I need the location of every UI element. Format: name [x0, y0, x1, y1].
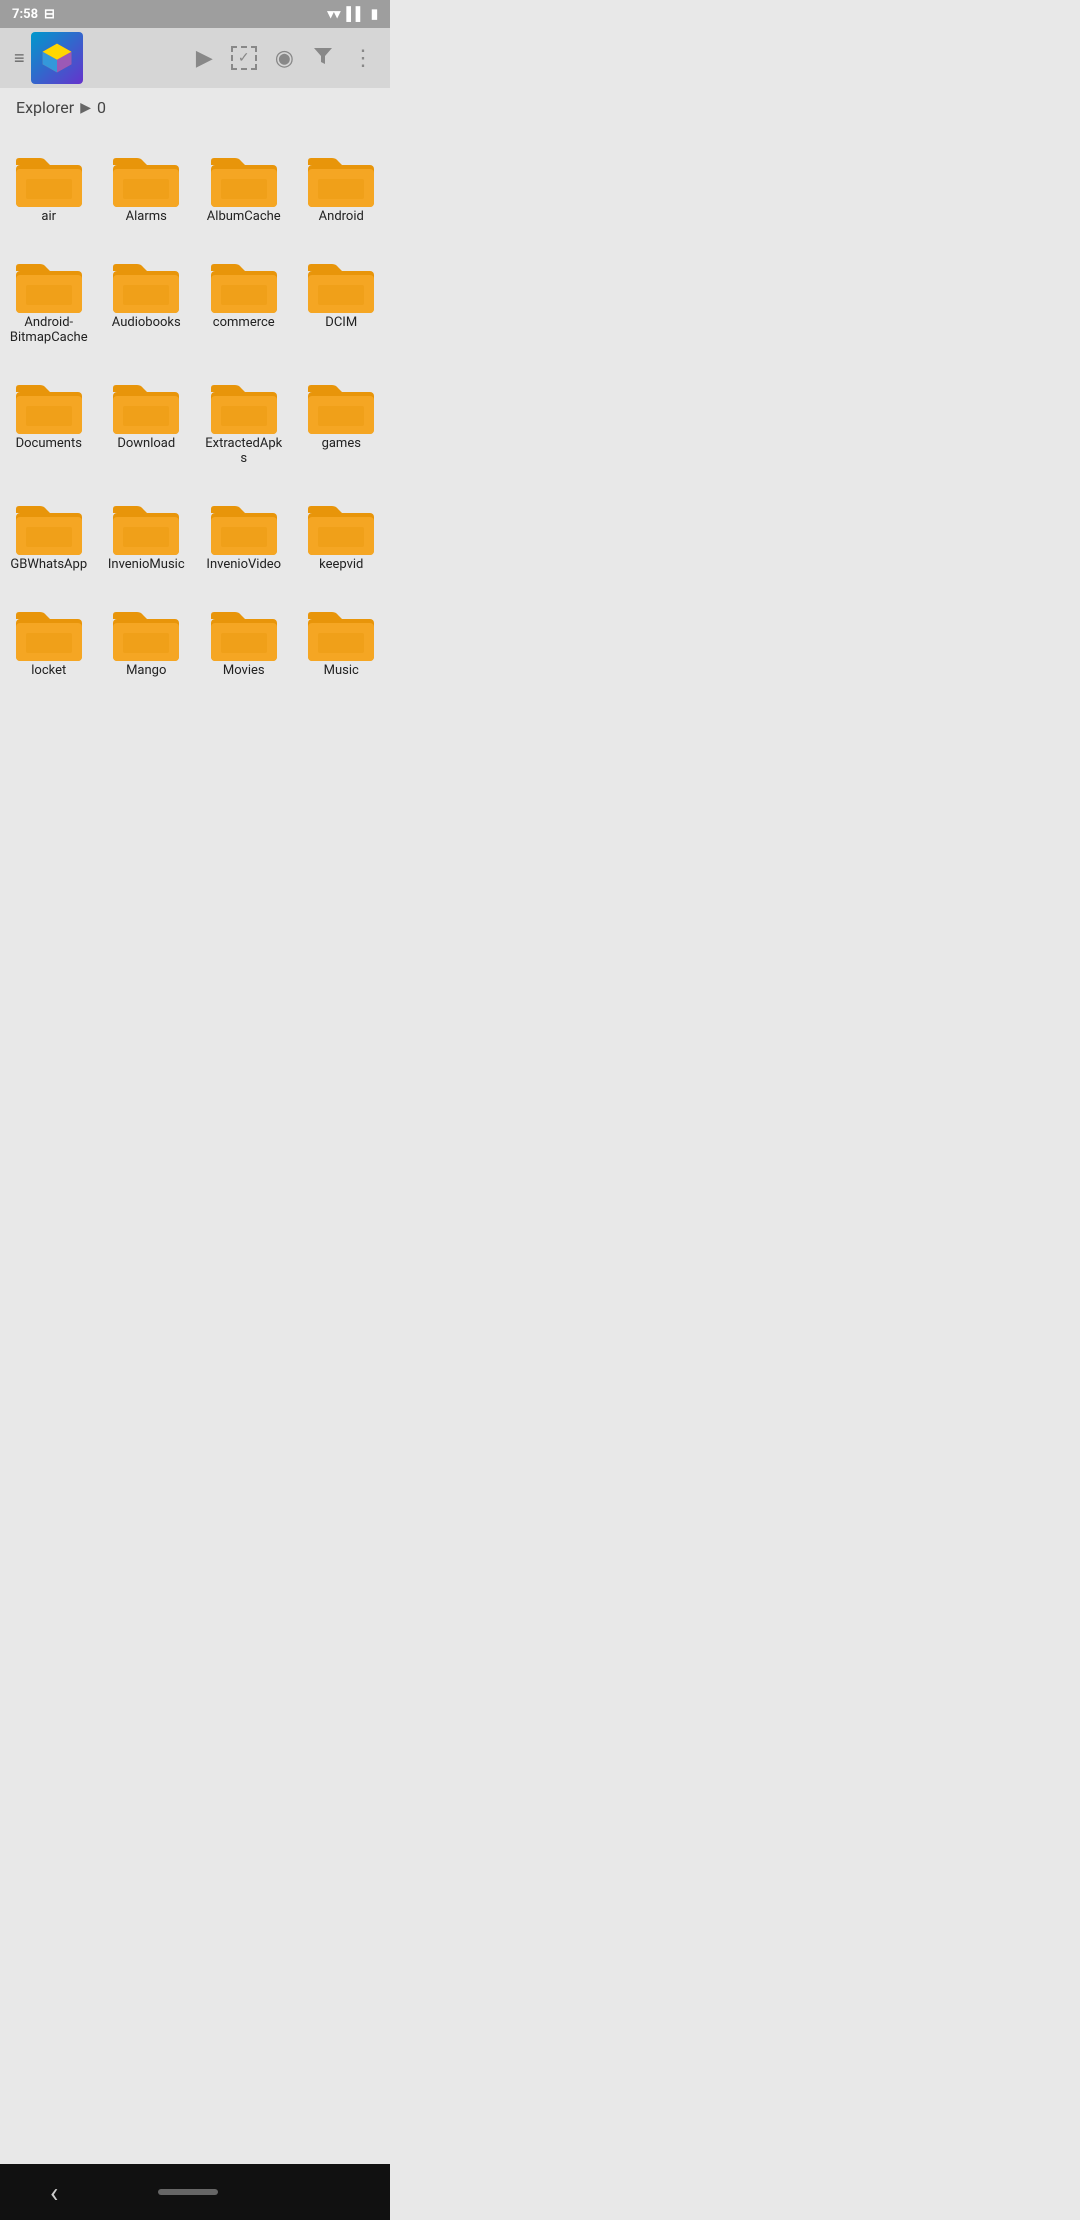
back-button[interactable]: ‹ — [50, 2176, 58, 2209]
folder-label: Android-BitmapCache — [9, 315, 89, 346]
folder-label: DCIM — [325, 315, 357, 331]
breadcrumb-arrow: ▶ — [80, 100, 91, 116]
folder-dcim[interactable]: DCIM — [293, 243, 391, 364]
folder-label: InvenioMusic — [108, 557, 185, 573]
folder-label: air — [41, 209, 56, 225]
folder-extractedapks[interactable]: ExtractedApks — [195, 364, 293, 485]
signal-icon: ▌▌ — [346, 6, 364, 22]
folder-icon — [306, 257, 376, 315]
folder-icon — [306, 151, 376, 209]
folder-inveniovideo[interactable]: InvenioVideo — [195, 485, 293, 591]
folder-label: locket — [31, 663, 66, 679]
folder-label: keepvid — [319, 557, 363, 573]
folder-icon — [111, 499, 181, 557]
breadcrumb: Explorer ▶ 0 — [0, 88, 390, 127]
folder-icon — [306, 605, 376, 663]
breadcrumb-current: 0 — [97, 98, 106, 117]
folder-icon — [14, 151, 84, 209]
status-bar: 7:58 ⊟ ▾▾ ▌▌ ▮ — [0, 0, 390, 28]
status-left: 7:58 ⊟ — [12, 7, 55, 22]
folder-inveniomusic[interactable]: InvenioMusic — [98, 485, 196, 591]
folder-label: InvenioVideo — [206, 557, 281, 573]
battery-icon: ▮ — [371, 7, 378, 22]
folder-icon — [14, 499, 84, 557]
folder-label: Mango — [126, 663, 166, 679]
screenshot-icon: ⊟ — [44, 7, 55, 22]
folder-commerce[interactable]: commerce — [195, 243, 293, 364]
breadcrumb-root[interactable]: Explorer — [16, 98, 74, 117]
wifi-icon: ▾▾ — [327, 7, 340, 22]
folder-label: ExtractedApks — [204, 436, 284, 467]
folder-gbwhatsapp[interactable]: GBWhatsApp — [0, 485, 98, 591]
folder-albumcache[interactable]: AlbumCache — [195, 137, 293, 243]
app-bar: ≡ ▶ ✓ ◉ ⋮ — [0, 28, 390, 88]
folder-alarms[interactable]: Alarms — [98, 137, 196, 243]
folder-label: GBWhatsApp — [10, 557, 87, 573]
folder-icon — [209, 257, 279, 315]
folder-label: Music — [324, 663, 359, 679]
folder-documents[interactable]: Documents — [0, 364, 98, 485]
folder-label: AlbumCache — [207, 209, 281, 225]
folder-icon — [111, 151, 181, 209]
folder-android-bitmapcache[interactable]: Android-BitmapCache — [0, 243, 98, 364]
folder-android[interactable]: Android — [293, 137, 391, 243]
folder-audiobooks[interactable]: Audiobooks — [98, 243, 196, 364]
more-button[interactable]: ⋮ — [352, 46, 374, 71]
filter-button[interactable] — [312, 44, 334, 72]
menu-icon[interactable]: ≡ — [8, 48, 31, 69]
folder-icon — [209, 151, 279, 209]
filter-icon — [312, 44, 334, 66]
folder-mango[interactable]: Mango — [98, 591, 196, 697]
app-bar-actions: ▶ ✓ ◉ ⋮ — [196, 44, 382, 72]
folder-icon — [209, 499, 279, 557]
view-button[interactable]: ◉ — [275, 46, 294, 71]
folder-label: Download — [117, 436, 175, 452]
folder-icon — [14, 257, 84, 315]
folder-movies[interactable]: Movies — [195, 591, 293, 697]
nav-bar: ‹ — [0, 2164, 390, 2220]
select-button[interactable]: ✓ — [231, 46, 257, 70]
logo-cube-icon — [39, 40, 75, 76]
app-logo[interactable] — [31, 32, 83, 84]
folder-icon — [209, 378, 279, 436]
status-right: ▾▾ ▌▌ ▮ — [327, 6, 378, 22]
folder-icon — [14, 378, 84, 436]
folder-label: Android — [319, 209, 364, 225]
folder-icon — [306, 499, 376, 557]
folder-label: Movies — [223, 663, 265, 679]
folder-icon — [111, 378, 181, 436]
file-grid: air Alarms AlbumCache — [0, 127, 390, 706]
folder-label: commerce — [213, 315, 275, 331]
folder-air[interactable]: air — [0, 137, 98, 243]
folder-music[interactable]: Music — [293, 591, 391, 697]
folder-icon — [111, 605, 181, 663]
folder-label: Documents — [16, 436, 82, 452]
folder-keepvid[interactable]: keepvid — [293, 485, 391, 591]
status-time: 7:58 — [12, 7, 38, 22]
folder-locket[interactable]: locket — [0, 591, 98, 697]
folder-label: games — [322, 436, 361, 452]
folder-label: Audiobooks — [112, 315, 181, 331]
folder-icon — [111, 257, 181, 315]
folder-download[interactable]: Download — [98, 364, 196, 485]
folder-label: Alarms — [126, 209, 167, 225]
folder-games[interactable]: games — [293, 364, 391, 485]
nav-pill[interactable] — [158, 2189, 218, 2195]
folder-icon — [209, 605, 279, 663]
folder-icon — [14, 605, 84, 663]
folder-icon — [306, 378, 376, 436]
play-button[interactable]: ▶ — [196, 46, 213, 71]
